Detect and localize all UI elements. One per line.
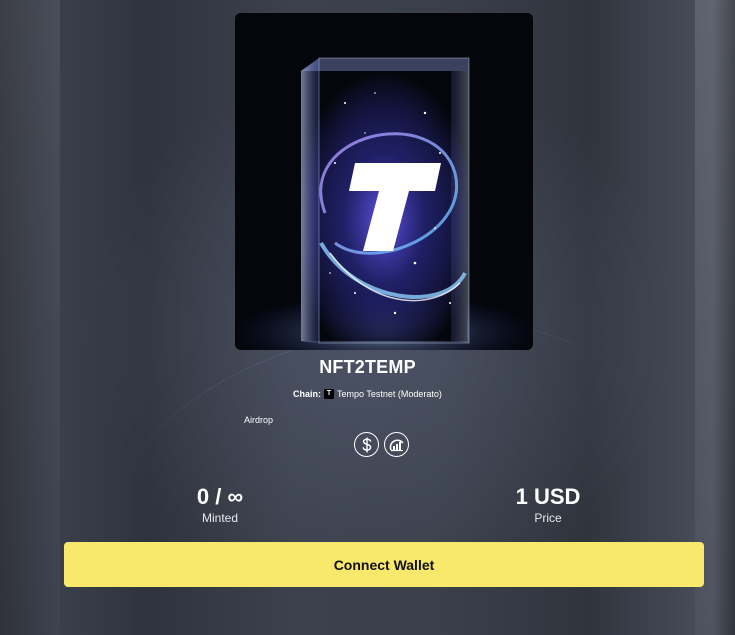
minted-stat: 0 / ∞ Minted [140,483,300,526]
background-light-right [695,0,735,635]
nft-artwork [235,13,533,350]
action-icons [354,432,409,457]
background-light-left [0,0,60,635]
chain-name: Tempo Testnet (Moderato) [337,389,442,399]
tempo-chain-icon: T [324,389,335,399]
dollar-icon[interactable] [354,432,379,457]
chain-info: Chain: T Tempo Testnet (Moderato) [0,389,735,399]
price-stat: 1 USD Price [468,483,628,526]
connect-wallet-button[interactable]: Connect Wallet [64,542,704,587]
price-value: 1 USD [515,484,581,509]
price-label: Price [534,511,562,525]
minted-value: 0 / ∞ [196,484,244,509]
chain-label: Chain: [293,389,322,399]
airdrop-tag: Airdrop [244,415,274,425]
chart-icon[interactable] [384,432,409,457]
collection-title: NFT2TEMP [319,357,416,377]
minted-label: Minted [201,511,239,525]
